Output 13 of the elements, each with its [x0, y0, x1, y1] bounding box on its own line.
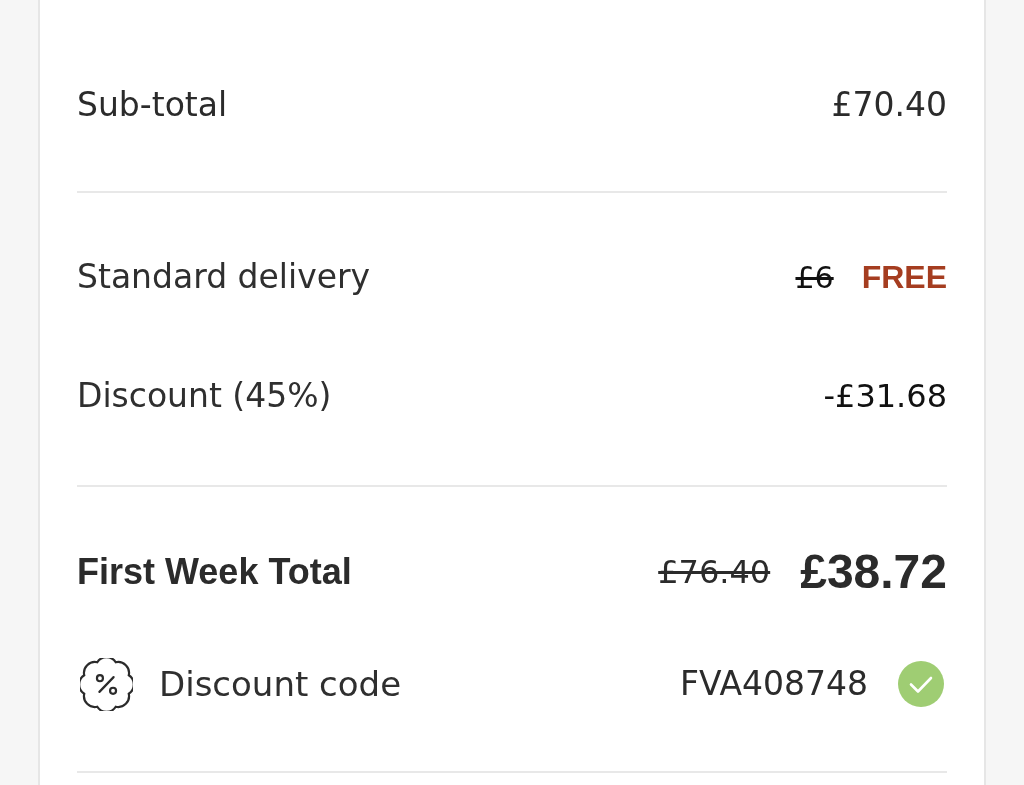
original-price: £6: [795, 258, 834, 297]
charge-label: Discount (45%): [77, 375, 332, 418]
total-label: First Week Total: [77, 550, 352, 594]
percent-badge-icon: [80, 657, 133, 711]
free-label: FREE: [861, 258, 947, 297]
subtotal-amount: £70.40: [831, 83, 947, 126]
subtotal-label: Sub-total: [77, 83, 228, 126]
original-price: £76.40: [658, 552, 771, 593]
discount-code-label: Discount code: [159, 662, 402, 706]
discount-code-value: FVA408748: [680, 663, 868, 706]
total-amount: £38.72: [800, 544, 947, 600]
charge-amount: -£31.68: [823, 376, 947, 417]
charge-label: Standard delivery: [77, 256, 371, 299]
